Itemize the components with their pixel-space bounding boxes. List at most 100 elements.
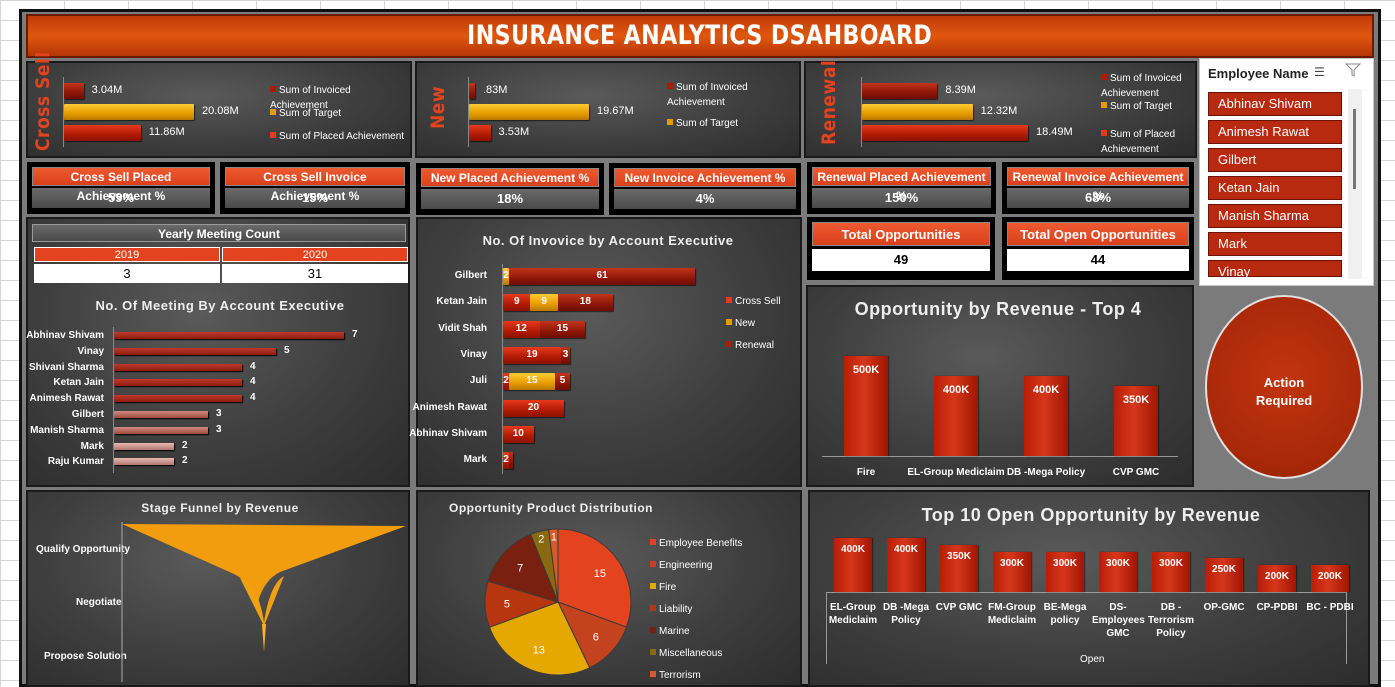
new-bar [469, 125, 491, 141]
top10-bar-value: 250K [1212, 564, 1236, 576]
pie-slice-label: 15 [594, 568, 606, 580]
inv-bar-value: 15 [556, 322, 569, 334]
inv-bar-value: 3 [562, 348, 569, 360]
inv-bar-cross: 20 [503, 399, 564, 417]
kpi-value: 68% [1007, 188, 1189, 208]
top10-category: DB - Terrorism Policy [1148, 602, 1194, 639]
multi-select-icon[interactable]: ☰ [1314, 65, 1325, 79]
top4-bar: 400K [934, 376, 978, 456]
pie-legend-swatch [650, 649, 656, 655]
top10-bar-value: 300K [1159, 557, 1183, 569]
cross-sell-panel: Cross Sell 3.04M 20.08M 11.86M Sum of Invoi… [26, 51, 412, 158]
invoice-chart-title: No. Of Invovice by Account Executive [482, 233, 734, 248]
top4-bar: 350K [1114, 386, 1158, 456]
renewal-bar-label: 12.32M [980, 105, 1018, 117]
inv-bar-cross: 19 [503, 346, 561, 364]
new-legend-swatch [667, 119, 673, 125]
inv-bar-value: 15 [526, 375, 538, 387]
pie-legend-text: Miscellaneous [659, 648, 723, 659]
slicer-item[interactable]: Gilbert [1208, 148, 1342, 172]
new-bar-label: 19.67M [597, 105, 634, 117]
renewal-legend-swatch [1101, 130, 1107, 136]
inv-legend-swatch [726, 297, 732, 303]
kpi-title: New Invoice Achievement % [614, 168, 796, 187]
cross_sell-legend-swatch [270, 109, 276, 115]
product-dist-panel: Opportunity Product Distribution 15 6 13 5 7… [416, 490, 802, 687]
inv-legend-item: Cross Sell [726, 294, 781, 309]
top10-category: CVP GMC [935, 602, 983, 613]
inv-bar-value: 18 [579, 296, 591, 308]
pie-legend-text: Fire [659, 582, 677, 593]
top4-bar-value: 350K [1122, 394, 1150, 406]
meet-bar [114, 426, 208, 434]
employee-slicer[interactable]: Employee Name ☰ Abhinav Shivam Animesh Ra… [1199, 58, 1374, 286]
invoice-panel: No. Of Invovice by Account Executive Gil… [409, 217, 802, 487]
slicer-item[interactable]: Manish Sharma [1208, 204, 1342, 228]
new-legend-item: Sum of Invoiced Achievement [667, 80, 787, 110]
inv-bar-cross: 10 [503, 425, 534, 443]
kpi-card: Renewal Invoice Achievement %68% [1002, 162, 1194, 214]
cross_sell-legend-text: Sum of Placed Achievement [279, 131, 405, 142]
inv-bar-cross: 12 [503, 320, 540, 338]
inv-bar-value: 12 [515, 322, 527, 334]
slicer-item[interactable]: Abhinav Shivam [1208, 92, 1342, 116]
pie-slice-label: 13 [533, 644, 545, 656]
kpi-card: Cross Sell Invoice Achievement %15% [220, 162, 410, 214]
inv-exec-name: Ketan Jain [436, 296, 487, 308]
top10-bar: 300K [1152, 551, 1190, 592]
opp-revenue-title: Opportunity by Revenue - Top 4 [854, 299, 1142, 319]
new-legend-swatch [667, 83, 673, 89]
top10-bar-value: 400K [894, 544, 918, 555]
slicer-item[interactable]: Vinay [1208, 260, 1342, 279]
total-title: Total Open Opportunities [1007, 222, 1189, 246]
cross_sell-bar-label: 11.86M [148, 126, 185, 138]
meet-bar [114, 411, 208, 418]
dashboard-title: INSURANCE ANALYTICS DSAHBOARD [26, 14, 1374, 58]
kpi-title: Cross Sell Placed Achievement % [32, 167, 210, 203]
meet-bar-value: 2 [182, 439, 188, 451]
action-panel: Action Required [1199, 289, 1374, 487]
meeting-panel: Yearly Meeting Count 2019 2020 3 31 No. … [26, 217, 410, 487]
inv-exec-name: Abhinav Shivam [409, 427, 487, 439]
slicer-item[interactable]: Mark [1208, 232, 1342, 256]
slicer-item[interactable]: Ketan Jain [1208, 176, 1342, 200]
new-bar-label: 3.53M [498, 126, 530, 138]
top10-bar-value: 300K [1106, 557, 1130, 569]
total-card: Total Opportunities 49 [807, 217, 995, 280]
pie-slice-label: 1 [551, 531, 557, 543]
top10-category: OP-GMC [1203, 602, 1245, 613]
pie-legend-text: Terrorism [659, 670, 701, 681]
top4-axis [822, 456, 1178, 457]
meet-bar [114, 332, 344, 339]
top10-bar-value: 400K [841, 544, 865, 555]
inv-exec-name: Vidit Shah [438, 322, 487, 334]
top10-category: DB -Mega Policy [882, 602, 930, 626]
pie-slice-label: 2 [538, 533, 544, 545]
top10-bar-value: 200K [1265, 571, 1289, 582]
meet-exec-name: Raju Kumar [47, 456, 104, 468]
cross_sell-legend-item: Sum of Target [270, 106, 410, 121]
cross_sell-bar [64, 125, 141, 141]
top10-panel: Top 10 Open Opportunity by Revenue 400K E… [808, 490, 1370, 687]
clear-filter-icon[interactable] [1344, 63, 1362, 77]
meet-bar-value: 4 [250, 376, 256, 388]
meet-bar [114, 395, 242, 403]
action-required-badge[interactable]: Action Required [1205, 295, 1363, 479]
meetings-chart-title: No. Of Meeting By Account Executive [95, 298, 345, 313]
slicer-item[interactable]: Animesh Rawat [1208, 120, 1342, 144]
top10-bar: 400K [834, 538, 872, 592]
meet-exec-name: Abhinav Shivam [26, 330, 104, 341]
kpi-card: New Placed Achievement % 18% [416, 163, 604, 215]
cross-sell-label: Cross Sell [32, 51, 54, 151]
product-pie: 15 6 13 5 7 2 1 [484, 528, 632, 676]
pie-legend-swatch [650, 605, 656, 611]
inv-bar-value: 61 [596, 270, 608, 281]
total-card: Total Open Opportunities 44 [1002, 217, 1194, 280]
pie-legend-item: Miscellaneous [650, 646, 722, 661]
top10-bar: 400K [887, 538, 925, 592]
cross_sell-legend-text: Sum of Target [279, 108, 342, 119]
slicer-scrollbar[interactable] [1348, 89, 1362, 279]
top10-bar-value: 300K [1053, 557, 1077, 569]
top10-axis-label: Open [1080, 654, 1105, 665]
inv-legend-swatch [726, 341, 732, 347]
